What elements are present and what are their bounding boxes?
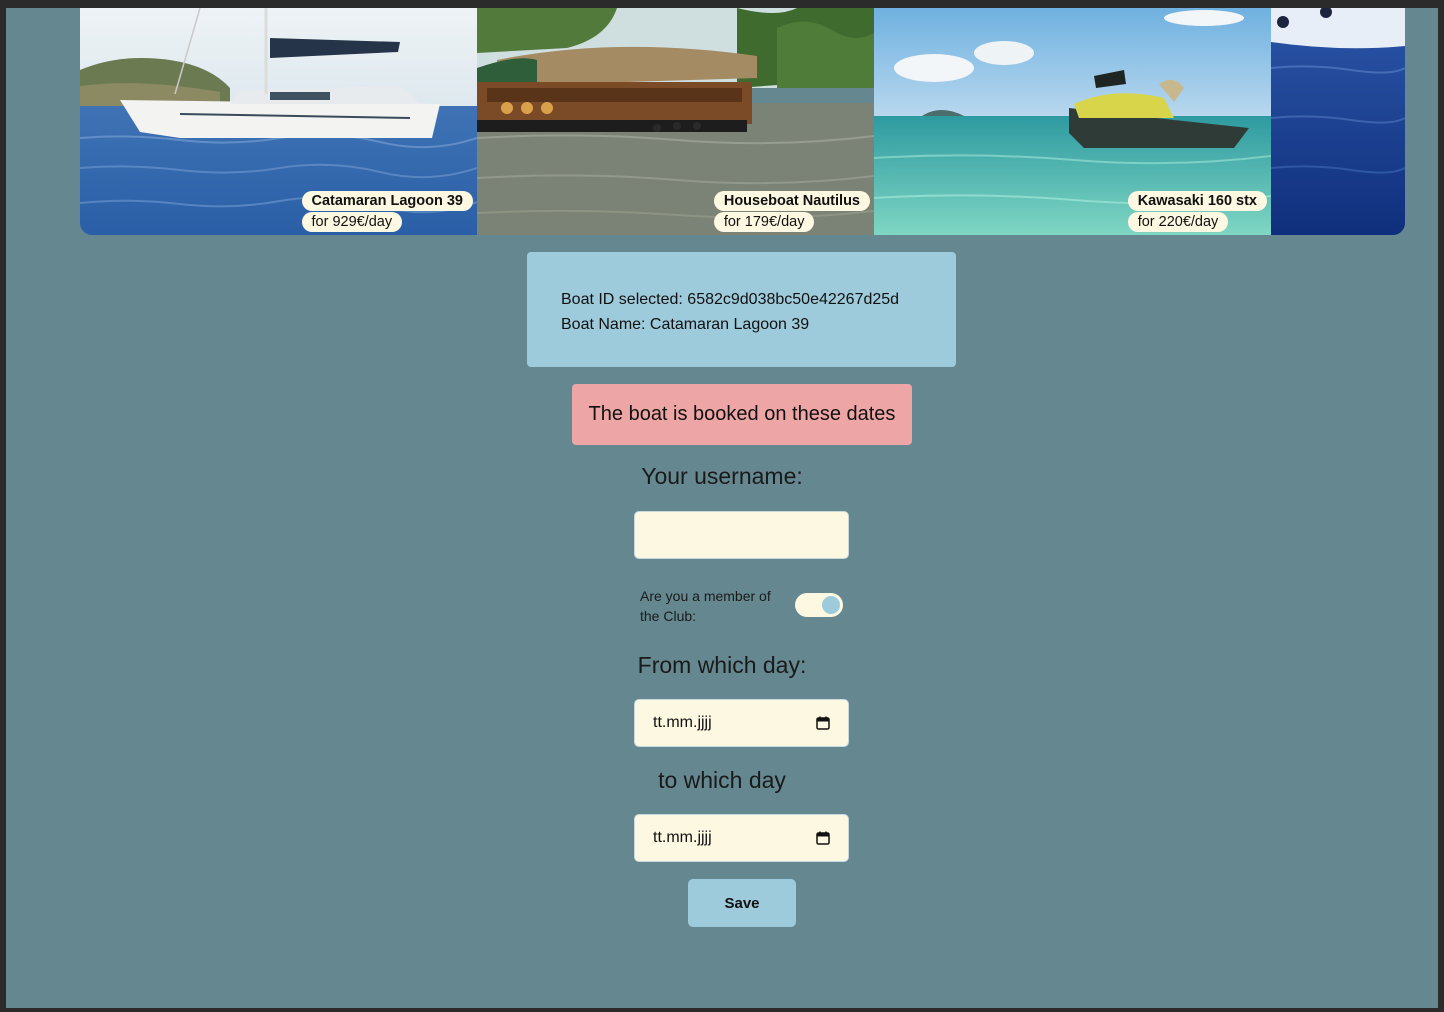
carousel-slide-houseboat[interactable]: Houseboat Nautilus for 179€/day: [477, 8, 874, 235]
boat-id-text: Boat ID selected: 6582c9d038bc50e42267d2…: [561, 291, 900, 308]
slide-caption: Catamaran Lagoon 39 for 929€/day: [301, 191, 473, 232]
slide-caption: Houseboat Nautilus for 179€/day: [713, 191, 870, 232]
member-label: Are you a member of the Club:: [640, 588, 771, 624]
boat-name-text: Boat Name: Catamaran Lagoon 39: [561, 316, 810, 333]
slide-caption: Kawasaki 160 stx for 220€/day: [1127, 191, 1267, 232]
username-label: Your username:: [641, 463, 803, 489]
booking-page: Catamaran Lagoon 39 for 929€/day Housebo…: [6, 8, 1438, 1008]
username-input[interactable]: [634, 511, 849, 559]
carousel-slide-jetski[interactable]: Kawasaki 160 stx for 220€/day: [874, 8, 1271, 235]
boat-name-label: Catamaran Lagoon 39: [301, 191, 473, 211]
from-date-input[interactable]: tt.mm.jjjj: [634, 699, 849, 747]
boat-name-label: Kawasaki 160 stx: [1127, 191, 1267, 211]
boat-price-label: for 220€/day: [1127, 212, 1229, 232]
from-date-label: From which day:: [637, 652, 807, 678]
save-button[interactable]: Save: [688, 879, 796, 927]
booking-conflict-alert: The boat is booked on these dates: [572, 384, 912, 445]
carousel-slide-catamaran[interactable]: Catamaran Lagoon 39 for 929€/day: [80, 8, 477, 235]
boat-price-label: for 929€/day: [301, 212, 403, 232]
boat-name-label: Houseboat Nautilus: [713, 191, 870, 211]
carousel-slide-partial[interactable]: [1271, 8, 1405, 235]
calendar-icon[interactable]: [816, 831, 830, 845]
selected-boat-info: Boat ID selected: 6582c9d038bc50e42267d2…: [527, 252, 956, 367]
boat-carousel[interactable]: Catamaran Lagoon 39 for 929€/day Housebo…: [80, 8, 1405, 235]
member-toggle[interactable]: [795, 593, 843, 617]
boat-price-label: for 179€/day: [713, 212, 815, 232]
calendar-icon[interactable]: [816, 716, 830, 730]
to-date-input[interactable]: tt.mm.jjjj: [634, 814, 849, 862]
to-date-placeholder: tt.mm.jjjj: [653, 829, 712, 846]
to-date-label: to which day: [658, 767, 786, 793]
speedboat-photo: [1271, 8, 1405, 235]
toggle-knob: [822, 596, 840, 614]
from-date-placeholder: tt.mm.jjjj: [653, 714, 712, 731]
